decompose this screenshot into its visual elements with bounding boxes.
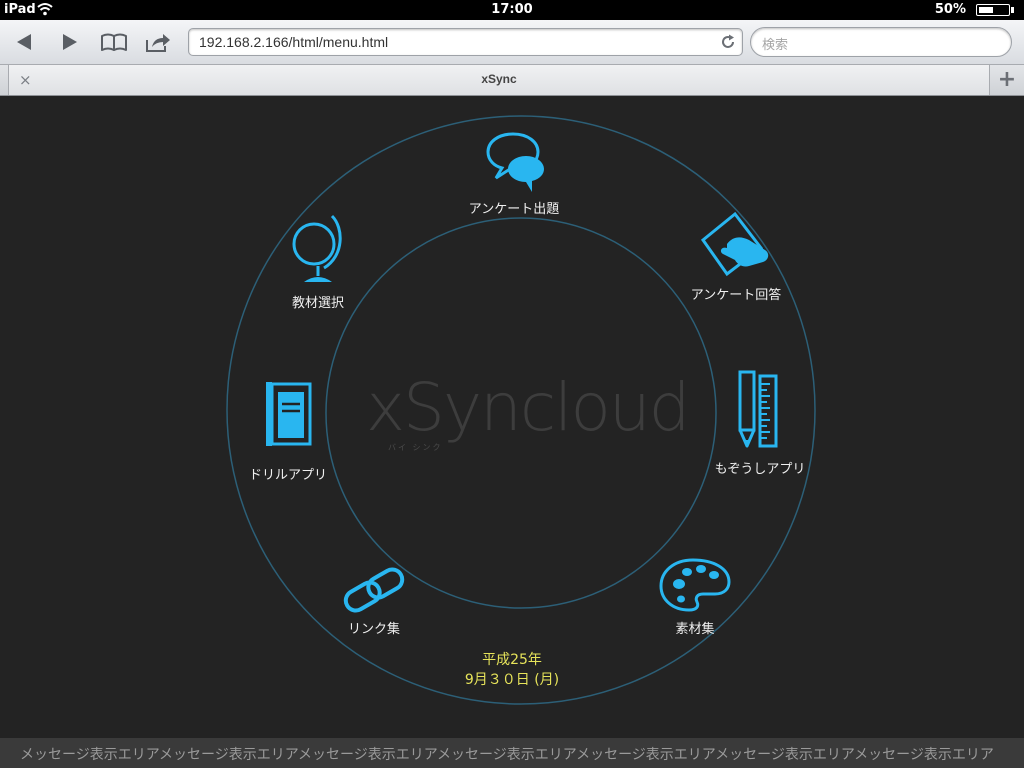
battery-percent: 50%	[934, 2, 966, 17]
menu-mozoushi-label: もぞうしアプリ	[714, 462, 806, 477]
bookmarks-button[interactable]	[99, 27, 129, 57]
tab-xsync[interactable]: × xSync	[8, 65, 990, 95]
xsyncloud-logo: xSyncloud	[366, 369, 691, 446]
chain-link-icon	[343, 567, 405, 613]
url-text: 192.168.2.166/html/menu.html	[199, 34, 389, 50]
status-bar: iPad 17:00 50%	[0, 0, 1024, 20]
menu-materials-label: 素材集	[675, 622, 715, 637]
menu-textbook[interactable]: 教材選択	[268, 208, 368, 311]
forward-arrow-icon	[63, 34, 77, 50]
battery-icon	[976, 4, 1010, 16]
browser-toolbar: 192.168.2.166/html/menu.html 検索	[0, 20, 1024, 65]
back-arrow-icon	[17, 34, 31, 50]
chat-bubbles-icon	[486, 132, 544, 192]
reload-icon[interactable]	[720, 34, 736, 54]
hand-tablet-icon	[700, 211, 769, 277]
menu-links-label: リンク集	[347, 622, 400, 637]
menu-links[interactable]: リンク集	[314, 564, 434, 637]
logo-reading: バイ シンク	[388, 443, 443, 452]
search-placeholder: 検索	[762, 38, 789, 53]
battery-tip	[1011, 7, 1014, 13]
date-display: 平成25年 9月３０日 (月)	[412, 650, 612, 690]
menu-materials[interactable]: 素材集	[640, 556, 750, 637]
back-button[interactable]	[9, 27, 39, 57]
menu-survey-question[interactable]: アンケート出題	[454, 130, 574, 217]
tab-title: xSync	[481, 72, 517, 86]
menu-drill[interactable]: ドリルアプリ	[228, 378, 348, 483]
date-era-year: 平成25年	[482, 652, 542, 668]
date-month-day: 9月３０日 (月)	[464, 672, 560, 688]
address-bar[interactable]: 192.168.2.166/html/menu.html	[188, 28, 743, 56]
menu-survey-answer-label: アンケート回答	[690, 288, 782, 303]
share-button[interactable]	[143, 27, 173, 57]
menu-textbook-label: 教材選択	[291, 296, 344, 311]
search-input[interactable]: 検索	[750, 27, 1012, 57]
share-icon	[146, 34, 170, 52]
clock: 17:00	[491, 2, 533, 17]
menu-drill-label: ドリルアプリ	[248, 468, 327, 483]
globe-icon	[292, 214, 342, 282]
message-area: メッセージ表示エリアメッセージ表示エリアメッセージ表示エリアメッセージ表示エリア…	[0, 738, 1024, 768]
book-icon	[266, 382, 312, 446]
pencil-ruler-icon	[738, 370, 778, 448]
message-text: メッセージ表示エリアメッセージ表示エリアメッセージ表示エリアメッセージ表示エリア…	[20, 747, 994, 763]
app-content: xSyncloud バイ シンク アンケート出題 アンケート回答 もぞうしアプリ…	[0, 96, 1024, 738]
forward-button[interactable]	[55, 27, 85, 57]
menu-survey-answer[interactable]: アンケート回答	[676, 210, 796, 303]
tab-bar: × xSync +	[0, 65, 1024, 96]
book-icon	[101, 33, 127, 51]
new-tab-button[interactable]: +	[993, 67, 1021, 93]
menu-mozoushi[interactable]: もぞうしアプリ	[700, 370, 820, 477]
palette-icon	[659, 558, 731, 612]
menu-survey-question-label: アンケート出題	[468, 202, 560, 217]
